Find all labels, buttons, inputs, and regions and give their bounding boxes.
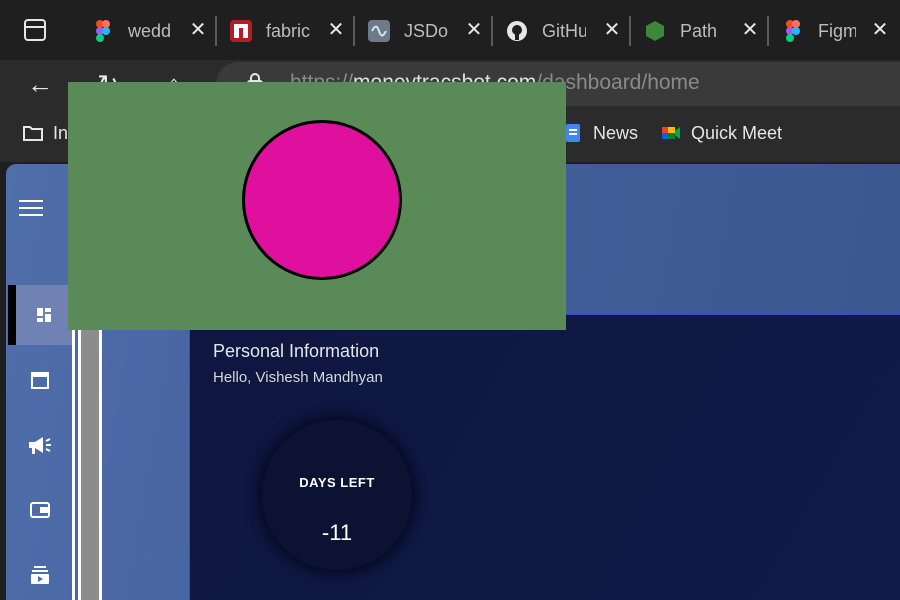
bookmark-label: News: [593, 122, 639, 143]
sidebar-item-subscriptions[interactable]: [8, 545, 72, 600]
tab-separator: [767, 16, 769, 46]
dashboard-icon: [37, 308, 51, 322]
back-arrow-icon[interactable]: ←: [22, 66, 58, 102]
flag-image: [68, 82, 566, 330]
bookmark-quick-meet[interactable]: Quick Meet: [660, 122, 782, 144]
tab-actions-icon[interactable]: [24, 19, 46, 41]
flag-disc: [242, 120, 402, 280]
close-icon[interactable]: ✕: [326, 20, 346, 40]
bookmark-label: Quick Meet: [691, 122, 783, 143]
tab-separator: [491, 16, 493, 46]
close-icon[interactable]: ✕: [188, 20, 208, 40]
close-icon[interactable]: ✕: [464, 20, 484, 40]
wallet-icon: [30, 502, 50, 518]
hamburger-menu-icon[interactable]: [19, 200, 43, 216]
personal-information-card: Personal Information Hello, Vishesh Mand…: [189, 314, 900, 600]
tab-label: wedding: [128, 20, 172, 41]
tab-label: GitHub: [542, 20, 586, 41]
tab-label: Path: [680, 20, 718, 41]
figma-icon: [782, 20, 804, 42]
tab-fabric[interactable]: fabric ✕: [218, 14, 356, 48]
sidebar: [6, 164, 72, 600]
decorative-stripes: [72, 314, 102, 600]
github-icon: [506, 20, 528, 42]
tab-wedding[interactable]: wedding ✕: [80, 14, 218, 48]
sidebar-item-dashboard[interactable]: [8, 285, 72, 345]
sidebar-item-announcements[interactable]: [8, 415, 72, 475]
tab-separator: [353, 16, 355, 46]
tab-strip: wedding ✕ fabric ✕ JSDoc ✕ GitHub ✕ Path…: [0, 0, 900, 60]
bookmark-news[interactable]: News: [562, 122, 638, 144]
megaphone-icon: [29, 437, 51, 454]
sidebar-item-calendar[interactable]: [8, 350, 72, 410]
tab-separator: [215, 16, 217, 46]
jsdoc-icon: [368, 20, 390, 42]
bookmark-folder[interactable]: In: [22, 122, 68, 144]
sidebar-item-wallet[interactable]: [8, 480, 72, 540]
tab-separator: [629, 16, 631, 46]
close-icon[interactable]: ✕: [740, 20, 760, 40]
tab-jsdoc[interactable]: JSDoc ✕: [356, 14, 494, 48]
calendar-icon: [31, 372, 49, 389]
days-left-widget: DAYS LEFT -11: [262, 420, 412, 570]
tab-figma[interactable]: Figma ✕: [770, 14, 900, 48]
figma-icon: [92, 20, 114, 42]
days-left-label: DAYS LEFT: [299, 475, 375, 490]
tab-label: Figma: [818, 20, 856, 41]
close-icon[interactable]: ✕: [602, 20, 622, 40]
subscriptions-icon: [31, 566, 49, 584]
tab-path[interactable]: Path ✕: [632, 14, 770, 48]
folder-icon: [23, 126, 43, 141]
close-icon[interactable]: ✕: [870, 20, 890, 40]
google-meet-icon: [662, 127, 680, 139]
days-left-value: -11: [321, 520, 353, 545]
bookmark-label: In: [53, 122, 69, 143]
npm-icon: [230, 20, 252, 42]
greeting-text: Hello, Vishesh Mandhyan: [213, 369, 383, 386]
nodejs-icon: [644, 20, 666, 42]
tab-label: JSDoc: [404, 20, 448, 41]
section-title: Personal Information: [213, 341, 380, 361]
tab-label: fabric: [266, 20, 310, 41]
tab-github[interactable]: GitHub ✕: [494, 14, 632, 48]
